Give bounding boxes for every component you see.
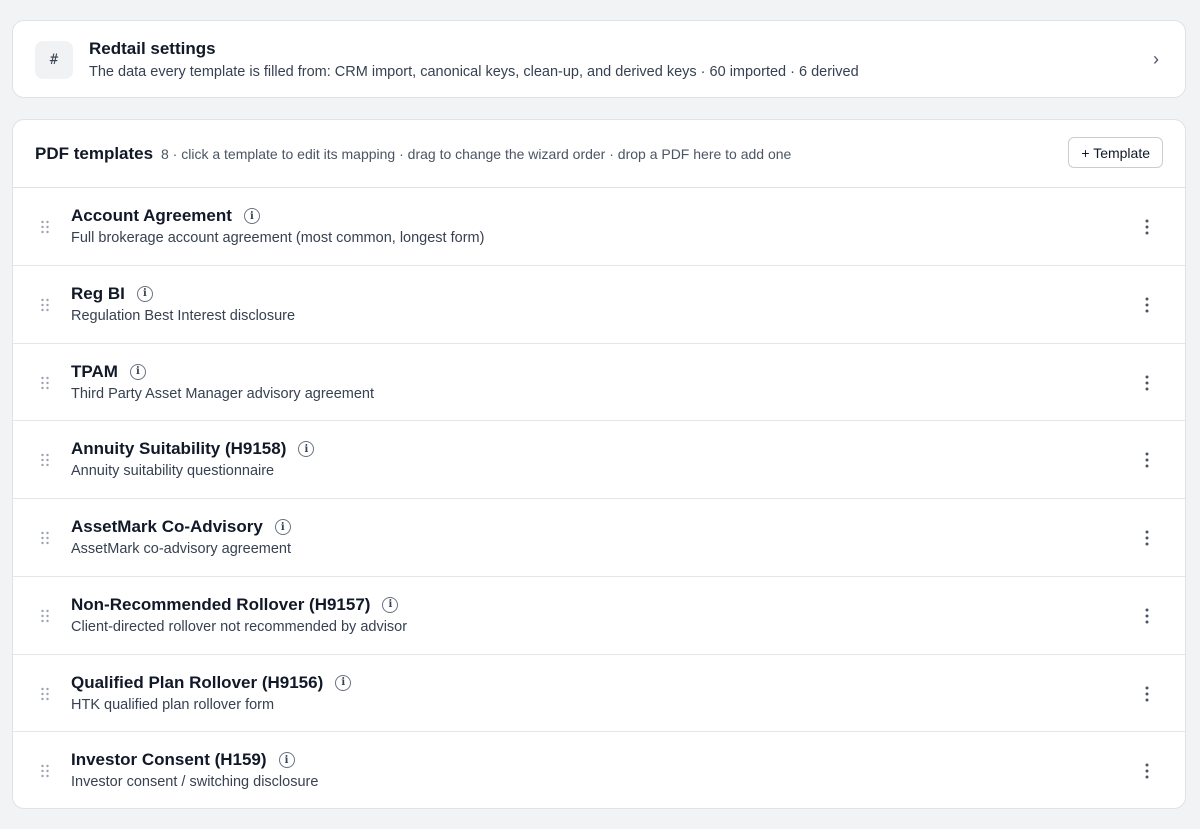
more-vertical-icon[interactable] [1137,372,1157,394]
template-name: Account Agreement [71,206,232,225]
more-vertical-icon[interactable] [1137,605,1157,627]
info-icon[interactable]: i [278,752,295,769]
template-name: Reg BI [71,283,125,303]
info-icon[interactable]: i [243,208,260,224]
templates-title: PDF templates [35,144,154,163]
drag-handle-icon[interactable] [40,376,50,390]
more-vertical-icon[interactable] [1137,294,1157,316]
template-description: Third Party Asset Manager advisory agree… [71,385,375,402]
drag-handle-icon[interactable] [40,453,50,467]
drag-handle-icon[interactable] [40,531,50,545]
more-vertical-icon[interactable] [1137,760,1157,782]
templates-header: PDF templates 8 · click a template to ed… [13,120,1185,188]
more-vertical-icon[interactable] [1137,449,1157,471]
template-row[interactable]: Non-Recommended Rollover (H9157) i Clien… [13,577,1185,655]
template-name: Investor Consent (H159) [71,750,267,770]
settings-title: Redtail settings [89,39,216,58]
settings-subtitle: The data every template is filled from: … [89,64,859,80]
template-row[interactable]: TPAM i Third Party Asset Manager advisor… [13,344,1185,422]
info-icon[interactable]: i [136,285,153,302]
chevron-right-icon[interactable]: › [1153,48,1159,70]
template-row[interactable]: Qualified Plan Rollover (H9156) i HTK qu… [13,655,1185,733]
template-row[interactable]: Account Agreement i Full brokerage accou… [13,188,1185,266]
template-name: AssetMark Co-Advisory [71,517,263,536]
template-name: TPAM [71,361,118,381]
template-name: Non-Recommended Rollover (H9157) [71,594,371,614]
template-description: Annuity suitability questionnaire [71,463,275,480]
template-description: AssetMark co-advisory agreement [71,541,291,557]
template-name: Qualified Plan Rollover (H9156) [71,672,324,692]
info-icon[interactable]: i [382,596,399,613]
template-description: Regulation Best Interest disclosure [71,307,296,324]
info-icon[interactable]: i [274,519,291,535]
pdf-templates-card: PDF templates 8 · click a template to ed… [12,119,1186,809]
template-row[interactable]: Reg BI i Regulation Best Interest disclo… [13,266,1185,344]
template-row[interactable]: AssetMark Co-Advisory i AssetMark co-adv… [13,499,1185,577]
templates-list: Account Agreement i Full brokerage accou… [13,188,1185,808]
drag-handle-icon[interactable] [40,687,50,701]
drag-handle-icon[interactable] [40,298,50,312]
template-description: Full brokerage account agreement (most c… [71,230,485,246]
template-description: HTK qualified plan rollover form [71,696,275,713]
redtail-settings-card[interactable]: # Redtail settings The data every templa… [12,20,1186,98]
info-icon[interactable]: i [335,674,352,691]
template-description: Client-directed rollover not recommended… [71,618,408,635]
drag-handle-icon[interactable] [40,609,50,623]
info-icon[interactable]: i [298,441,315,458]
drag-handle-icon[interactable] [40,764,50,778]
info-icon[interactable]: i [129,363,146,380]
template-name: Annuity Suitability (H9158) [71,439,287,459]
drag-handle-icon[interactable] [40,220,50,234]
more-vertical-icon[interactable] [1137,527,1157,549]
template-row[interactable]: Annuity Suitability (H9158) i Annuity su… [13,421,1185,499]
hash-icon: # [35,41,73,79]
template-description: Investor consent / switching disclosure [71,774,319,791]
templates-hint: 8 · click a template to edit its mapping… [161,146,792,162]
add-template-button[interactable]: + Template [1068,137,1163,168]
more-vertical-icon[interactable] [1137,216,1157,238]
template-row[interactable]: Investor Consent (H159) i Investor conse… [13,732,1185,808]
more-vertical-icon[interactable] [1137,683,1157,705]
